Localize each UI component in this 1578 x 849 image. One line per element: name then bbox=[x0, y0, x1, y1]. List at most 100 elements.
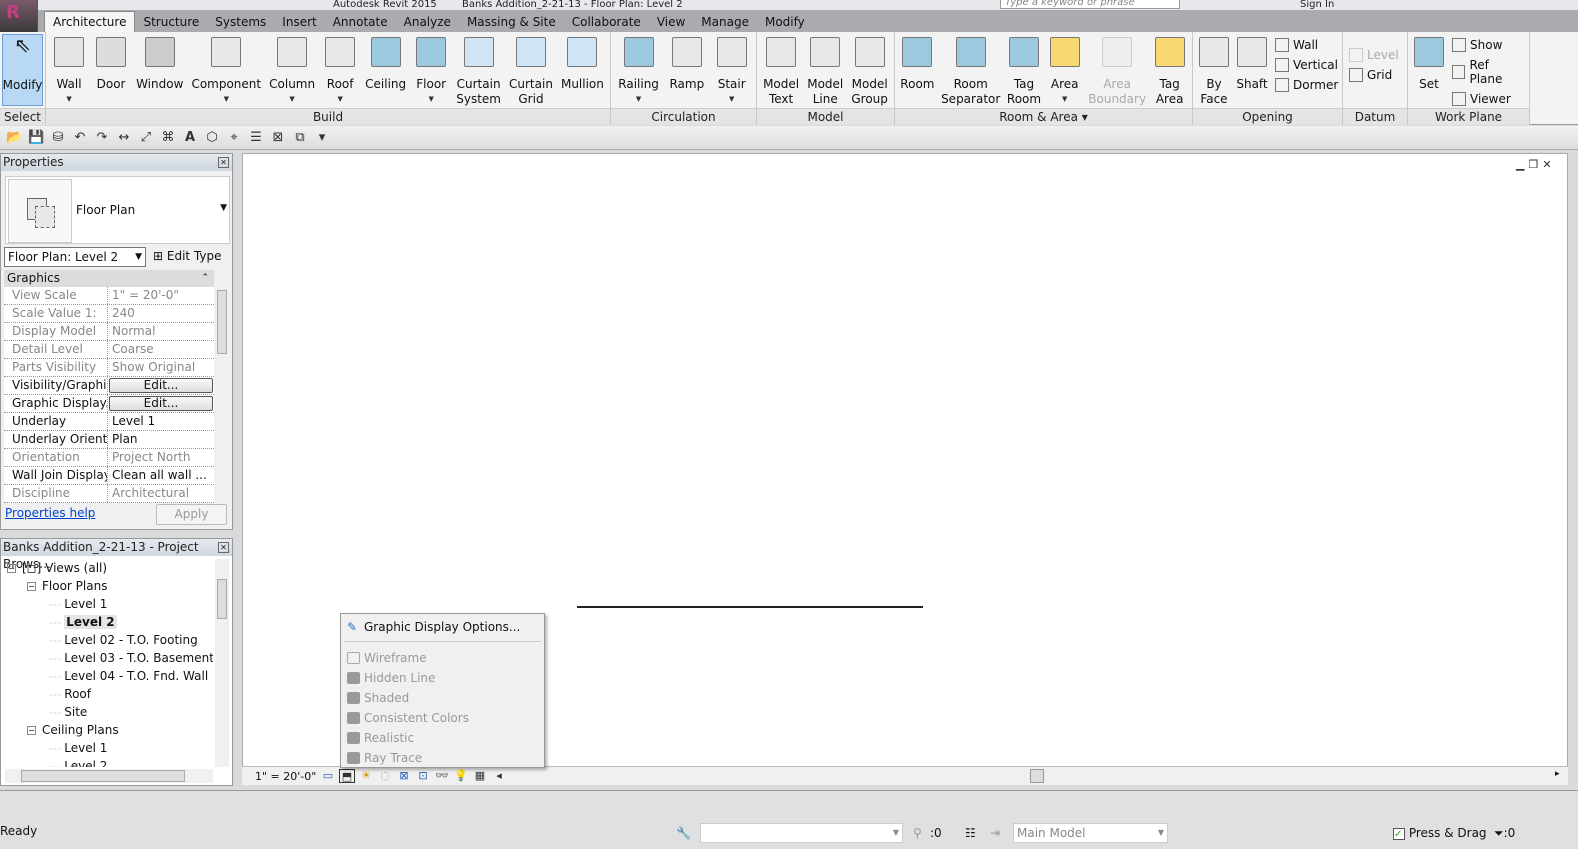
tree-item[interactable]: ····· Level 1 bbox=[5, 595, 213, 613]
tab-annotate[interactable]: Annotate bbox=[325, 12, 396, 32]
visual-style-icon[interactable]: ⬒ bbox=[339, 769, 355, 783]
property-value[interactable]: Plan bbox=[108, 431, 214, 448]
design-option-dropdown[interactable]: Main Model ▼ bbox=[1013, 823, 1168, 843]
menu-item-hidden-line[interactable]: Hidden Line bbox=[341, 668, 544, 688]
scroll-right-icon[interactable]: ▸ bbox=[1555, 769, 1560, 779]
close-icon[interactable]: ✕ bbox=[218, 542, 229, 553]
tree-item[interactable]: − Floor Plans bbox=[5, 577, 213, 595]
text-icon[interactable]: A bbox=[182, 130, 198, 146]
tree-item[interactable]: ····· Roof bbox=[5, 685, 213, 703]
instance-filter-dropdown[interactable]: Floor Plan: Level 2 ▼ bbox=[4, 247, 146, 267]
close-hidden-windows-icon[interactable]: ⊠ bbox=[270, 130, 286, 146]
menu-item-ray-trace[interactable]: Ray Trace bbox=[341, 748, 544, 768]
menu-item-graphic-display-options[interactable]: ✎ Graphic Display Options... bbox=[341, 617, 544, 637]
tab-systems[interactable]: Systems bbox=[207, 12, 274, 32]
switch-windows-icon[interactable]: ⧉ bbox=[292, 130, 308, 146]
tree-item[interactable]: ····· Level 03 - T.O. Basement Sla bbox=[5, 649, 213, 667]
ref-plane-button[interactable]: Ref Plane bbox=[1452, 58, 1523, 86]
active-workset-dropdown[interactable]: ▼ bbox=[700, 823, 903, 843]
analytical-model-icon[interactable]: ▦ bbox=[472, 769, 488, 783]
tab-architecture[interactable]: Architecture bbox=[44, 11, 136, 32]
property-value[interactable]: Coarse bbox=[108, 341, 214, 358]
close-icon[interactable]: ✕ bbox=[218, 157, 229, 168]
level-button[interactable]: Level bbox=[1349, 48, 1399, 62]
grid-button[interactable]: Grid bbox=[1349, 68, 1399, 82]
filter-icon[interactable]: ⏷:0 bbox=[1494, 824, 1515, 842]
search-input[interactable]: Type a keyword or phrase bbox=[1000, 0, 1180, 9]
modify-button[interactable]: ⇖ Modify bbox=[2, 34, 43, 106]
properties-scrollbar[interactable] bbox=[215, 270, 229, 500]
worksets-icon[interactable]: 🔧 bbox=[676, 824, 691, 842]
3d-view-icon[interactable]: ⬡ bbox=[204, 130, 220, 146]
viewer-button[interactable]: Viewer bbox=[1452, 92, 1523, 106]
shadows-icon[interactable]: ◌ bbox=[377, 769, 393, 783]
application-menu-button[interactable]: R bbox=[0, 0, 38, 32]
show-button[interactable]: Show bbox=[1452, 38, 1523, 52]
tree-item[interactable]: − [◻] Views (all) bbox=[5, 559, 213, 577]
collapse-icon[interactable]: − bbox=[27, 726, 36, 735]
tab-modify[interactable]: Modify bbox=[757, 12, 813, 32]
press-drag-checkbox[interactable]: ✓ Press & Drag bbox=[1393, 824, 1487, 842]
type-selector[interactable]: Floor Plan ▼ bbox=[5, 176, 230, 244]
sync-icon[interactable]: ⛁ bbox=[50, 130, 66, 146]
property-value[interactable]: Normal bbox=[108, 323, 214, 340]
tree-item[interactable]: ····· Level 1 bbox=[5, 739, 213, 757]
browser-vertical-scrollbar[interactable] bbox=[215, 559, 229, 767]
menu-item-shaded[interactable]: Shaded bbox=[341, 688, 544, 708]
section-icon[interactable]: ⌖ bbox=[226, 130, 242, 146]
tab-view[interactable]: View bbox=[649, 12, 693, 32]
wall-line[interactable] bbox=[577, 606, 923, 608]
tab-analyze[interactable]: Analyze bbox=[396, 12, 459, 32]
crop-view-icon[interactable]: ⊠ bbox=[396, 769, 412, 783]
tree-item[interactable]: ····· Level 04 - T.O. Fnd. Wall bbox=[5, 667, 213, 685]
sign-in-link[interactable]: Sign In bbox=[1300, 0, 1334, 10]
menu-item-wireframe[interactable]: Wireframe bbox=[341, 648, 544, 668]
tag-icon[interactable]: ⌘ bbox=[160, 130, 176, 146]
sun-path-icon[interactable]: ☀ bbox=[358, 769, 374, 783]
browser-horizontal-scrollbar[interactable] bbox=[5, 769, 213, 783]
dormer-button[interactable]: Dormer bbox=[1275, 78, 1338, 92]
scroll-left-icon[interactable]: ◂ bbox=[491, 769, 507, 783]
property-value[interactable]: 240 bbox=[108, 305, 214, 322]
aligned-dimension-icon[interactable]: ⤢ bbox=[138, 130, 154, 146]
property-edit-button[interactable]: Edit... bbox=[109, 396, 213, 411]
temporary-hide-icon[interactable]: 👓 bbox=[434, 769, 450, 783]
detail-level-icon[interactable]: ▭ bbox=[320, 769, 336, 783]
undo-icon[interactable]: ↶ bbox=[72, 130, 88, 146]
apply-button[interactable]: Apply bbox=[156, 504, 227, 525]
property-value[interactable]: Architectural bbox=[108, 485, 214, 502]
graphics-group-header[interactable]: Graphics ⌃ bbox=[4, 270, 214, 287]
edit-type-button[interactable]: ⊞ Edit Type bbox=[153, 247, 222, 265]
reveal-hidden-icon[interactable]: 💡 bbox=[453, 769, 469, 783]
tab-manage[interactable]: Manage bbox=[693, 12, 757, 32]
tab-structure[interactable]: Structure bbox=[135, 12, 207, 32]
properties-help-link[interactable]: Properties help bbox=[5, 506, 95, 520]
vertical-button[interactable]: Vertical bbox=[1275, 58, 1338, 72]
active-option-icon[interactable]: ⇥ bbox=[990, 824, 1000, 842]
tab-collaborate[interactable]: Collaborate bbox=[564, 12, 649, 32]
tab-insert[interactable]: Insert bbox=[274, 12, 324, 32]
view-scale[interactable]: 1" = 20'-0" bbox=[255, 770, 320, 783]
customize-qat-icon[interactable]: ▾ bbox=[314, 130, 330, 146]
canvas-horizontal-scrollbar-thumb[interactable] bbox=[1030, 769, 1044, 783]
property-value[interactable]: 1" = 20'-0" bbox=[108, 287, 214, 304]
tree-item[interactable]: ····· Site bbox=[5, 703, 213, 721]
editing-requests-icon[interactable]: ⚲ bbox=[913, 824, 922, 842]
property-value[interactable]: Level 1 bbox=[108, 413, 214, 430]
restore-icon[interactable]: ❐ bbox=[1528, 158, 1542, 171]
close-icon[interactable]: ✕ bbox=[1542, 158, 1555, 171]
tree-item[interactable]: ····· Level 2 bbox=[5, 613, 213, 631]
save-icon[interactable]: 💾 bbox=[28, 130, 44, 146]
redo-icon[interactable]: ↷ bbox=[94, 130, 110, 146]
thin-lines-icon[interactable]: ☰ bbox=[248, 130, 264, 146]
collapse-icon[interactable]: − bbox=[7, 564, 16, 573]
open-icon[interactable]: 📂 bbox=[6, 130, 22, 146]
tab-massing-site[interactable]: Massing & Site bbox=[459, 12, 564, 32]
property-edit-button[interactable]: Edit... bbox=[109, 378, 213, 393]
property-value[interactable]: Clean all wall ... bbox=[108, 467, 214, 484]
minimize-icon[interactable]: ▁ bbox=[1516, 158, 1528, 171]
tree-item[interactable]: ····· Level 2 bbox=[5, 757, 213, 767]
measure-icon[interactable]: ↔ bbox=[116, 130, 132, 146]
menu-item-consistent-colors[interactable]: Consistent Colors bbox=[341, 708, 544, 728]
property-value[interactable]: Project North bbox=[108, 449, 214, 466]
